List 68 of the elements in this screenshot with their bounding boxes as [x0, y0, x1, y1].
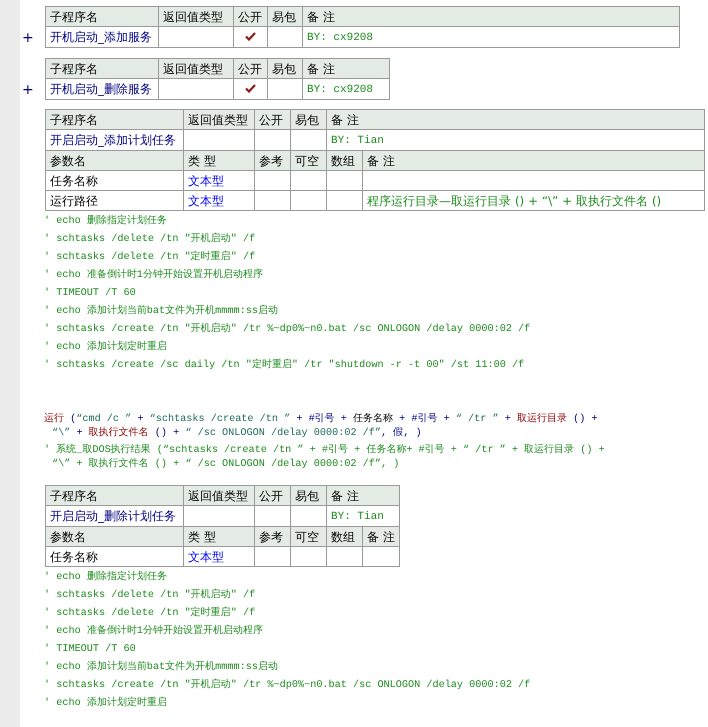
- header-cell: 备 注: [362, 150, 704, 170]
- header-cell: 子程序名: [46, 58, 158, 78]
- remark-text: BY: cx9208: [307, 32, 374, 44]
- header-cell: 数组: [326, 526, 362, 546]
- code-line: 运行 (“cmd /c ” + “schtasks /create /tn ” + #引号 + 任务名称 + #引号 + “ /tr ” + 取运行目录 () +: [44, 413, 598, 426]
- remark-text: BY: cx9208: [307, 84, 374, 96]
- comment-line: ' echo 添加计划定时重启: [44, 340, 167, 355]
- header-cell: 子程序名: [46, 6, 158, 26]
- header-cell: 类 型: [184, 526, 254, 546]
- comment-line: ' TIMEOUT /T 60: [44, 642, 136, 657]
- header-cell: 易包: [290, 486, 326, 506]
- param-remark: 程序运行目录—取运行目录 () + “\” + 取执行文件名 (): [367, 194, 662, 208]
- header-cell: 易包: [268, 6, 302, 26]
- header-cell: 数组: [326, 150, 362, 170]
- header-cell: 返回值类型: [184, 486, 254, 506]
- header-cell: 备 注: [362, 526, 400, 546]
- comment-line: ' schtasks /create /sc daily /tn "定时重启" /tr "shutdown -r -t 00" /st 11:00 /f: [44, 358, 524, 373]
- header-cell: 公开: [254, 486, 290, 506]
- param-name: 任务名称: [46, 170, 184, 190]
- header-cell: 易包: [268, 58, 302, 78]
- subroutine-name: 开机启动_添加服务: [46, 26, 158, 48]
- comment-line: ' 系统_取DOS执行结果 (“schtasks /create /tn ” + #引号 + 任务名称+ #引号 + “ /tr ” + 取运行目录 () +: [44, 444, 605, 458]
- comment-line: ' echo 删除指定计划任务: [44, 570, 167, 585]
- header-cell: 参考: [254, 526, 290, 546]
- param-type: 文本型: [188, 174, 224, 188]
- header-cell: 类 型: [184, 150, 254, 170]
- subroutine-name: 开机启动_删除服务: [46, 78, 158, 100]
- header-cell: 可空: [290, 150, 326, 170]
- remark-text: BY: Tian: [331, 511, 384, 523]
- header-cell: 易包: [290, 110, 326, 130]
- comment-line: ' echo 准备倒计时1分钟开始设置开机启动程序: [44, 624, 263, 639]
- header-cell: 参数名: [46, 526, 184, 546]
- header-cell: 备 注: [326, 110, 704, 130]
- comment-line: ' schtasks /delete /tn "开机启动" /f: [44, 588, 256, 603]
- comment-line: ' TIMEOUT /T 60: [44, 286, 136, 301]
- param-name: 任务名称: [46, 546, 184, 566]
- header-cell: 备 注: [302, 6, 680, 26]
- param-name: 运行路径: [46, 190, 184, 210]
- remark-text: BY: Tian: [331, 135, 384, 147]
- code-line: “\” + 取执行文件名 () + “ /sc ONLOGON /delay 0000:02 /f”, 假, ): [52, 426, 422, 440]
- header-cell: 公开: [234, 58, 268, 78]
- param-type: 文本型: [188, 194, 224, 208]
- header-cell: 参考: [254, 150, 290, 170]
- header-cell: 备 注: [326, 486, 400, 506]
- comment-line: ' schtasks /create /tn "开机启动" /tr %~dp0%~n0.bat /sc ONLOGON /delay 0000:02 /f: [44, 678, 530, 693]
- header-cell: 子程序名: [46, 110, 184, 130]
- comment-line: ' schtasks /delete /tn "定时重启" /f: [44, 250, 256, 265]
- header-cell: 返回值类型: [158, 58, 234, 78]
- header-cell: 返回值类型: [158, 6, 234, 26]
- header-cell: 备 注: [302, 58, 390, 78]
- header-cell: 子程序名: [46, 486, 184, 506]
- param-type: 文本型: [188, 550, 224, 564]
- comment-line: “\” + 取执行文件名 () + “ /sc ONLOGON /delay 0000:02 /f”, ): [52, 458, 400, 471]
- comment-line: ' echo 删除指定计划任务: [44, 214, 167, 229]
- header-cell: 公开: [254, 110, 290, 130]
- comment-line: ' schtasks /delete /tn "开机启动" /f: [44, 232, 256, 247]
- comment-line: ' echo 添加计划定时重启: [44, 696, 167, 711]
- comment-line: ' echo 准备倒计时1分钟开始设置开机启动程序: [44, 268, 263, 283]
- comment-line: ' schtasks /create /tn "开机启动" /tr %~dp0%~n0.bat /sc ONLOGON /delay 0000:02 /f: [44, 322, 530, 337]
- expand-toggle[interactable]: +: [22, 31, 34, 45]
- header-cell: 参数名: [46, 150, 184, 170]
- header-cell: 返回值类型: [184, 110, 254, 130]
- comment-line: ' echo 添加计划当前bat文件为开机mmmm:ss启动: [44, 660, 278, 675]
- header-cell: 可空: [290, 526, 326, 546]
- comment-line: ' echo 添加计划当前bat文件为开机mmmm:ss启动: [44, 304, 278, 319]
- comment-line: ' schtasks /delete /tn "定时重启" /f: [44, 606, 256, 621]
- expand-toggle[interactable]: +: [22, 83, 34, 97]
- header-cell: 公开: [234, 6, 268, 26]
